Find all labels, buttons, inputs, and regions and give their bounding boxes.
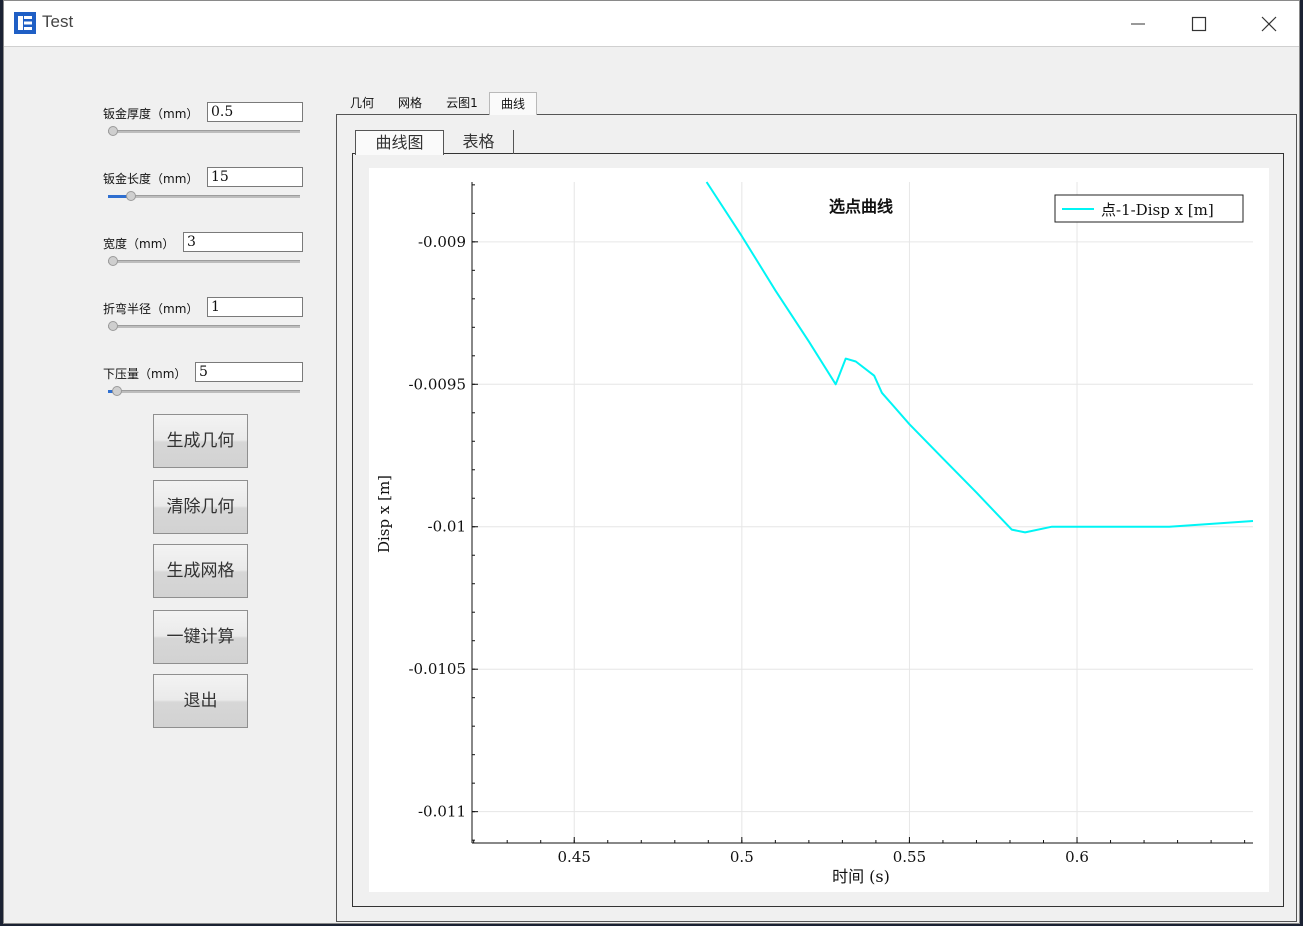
press-depth-slider-handle[interactable] <box>111 386 122 396</box>
compute-button[interactable]: 一键计算 <box>153 610 248 664</box>
thickness-slider-track[interactable] <box>108 130 300 133</box>
generate-geometry-button[interactable]: 生成几何 <box>153 414 248 468</box>
bend-radius-input[interactable] <box>207 297 303 317</box>
thickness-label: 钣金厚度（mm） <box>103 107 199 121</box>
tab-table[interactable]: 表格 <box>444 130 514 154</box>
tab-geometry[interactable]: 几何 <box>344 92 380 114</box>
bend-radius-slider-handle[interactable] <box>108 321 118 331</box>
maximize-button[interactable] <box>1179 9 1219 39</box>
exit-button[interactable]: 退出 <box>153 674 248 728</box>
title-bar: Test <box>4 1 1299 47</box>
tab-curve-chart[interactable]: 曲线图 <box>355 130 444 155</box>
tab-curve[interactable]: 曲线 <box>489 92 537 115</box>
minimize-icon <box>1131 23 1145 25</box>
minimize-button[interactable] <box>1118 9 1158 39</box>
close-icon <box>1261 16 1277 32</box>
window-title: Test <box>42 12 74 31</box>
length-label: 钣金长度（mm） <box>103 172 199 186</box>
thickness-slider-handle[interactable] <box>108 126 118 136</box>
app-logo-icon <box>14 12 36 34</box>
press-depth-slider-track[interactable] <box>108 390 300 393</box>
tab-mesh[interactable]: 网格 <box>392 92 428 114</box>
bend-radius-label: 折弯半径（mm） <box>103 302 199 316</box>
close-button[interactable] <box>1249 9 1289 39</box>
length-input[interactable] <box>207 167 303 187</box>
thickness-input[interactable] <box>207 102 303 122</box>
width-input[interactable] <box>183 232 303 252</box>
clear-geometry-button[interactable]: 清除几何 <box>153 480 248 534</box>
press-depth-label: 下压量（mm） <box>103 367 187 381</box>
chart-background <box>369 168 1269 892</box>
width-slider-track[interactable] <box>108 260 300 263</box>
generate-mesh-button[interactable]: 生成网格 <box>153 544 248 598</box>
maximize-icon <box>1191 16 1207 32</box>
width-slider-handle[interactable] <box>108 256 118 266</box>
bend-radius-slider-track[interactable] <box>108 325 300 328</box>
length-slider-track[interactable] <box>108 195 300 198</box>
press-depth-input[interactable] <box>195 362 303 382</box>
tab-contour[interactable]: 云图1 <box>440 92 484 114</box>
width-label: 宽度（mm） <box>103 237 175 251</box>
length-slider-fill <box>108 195 129 198</box>
